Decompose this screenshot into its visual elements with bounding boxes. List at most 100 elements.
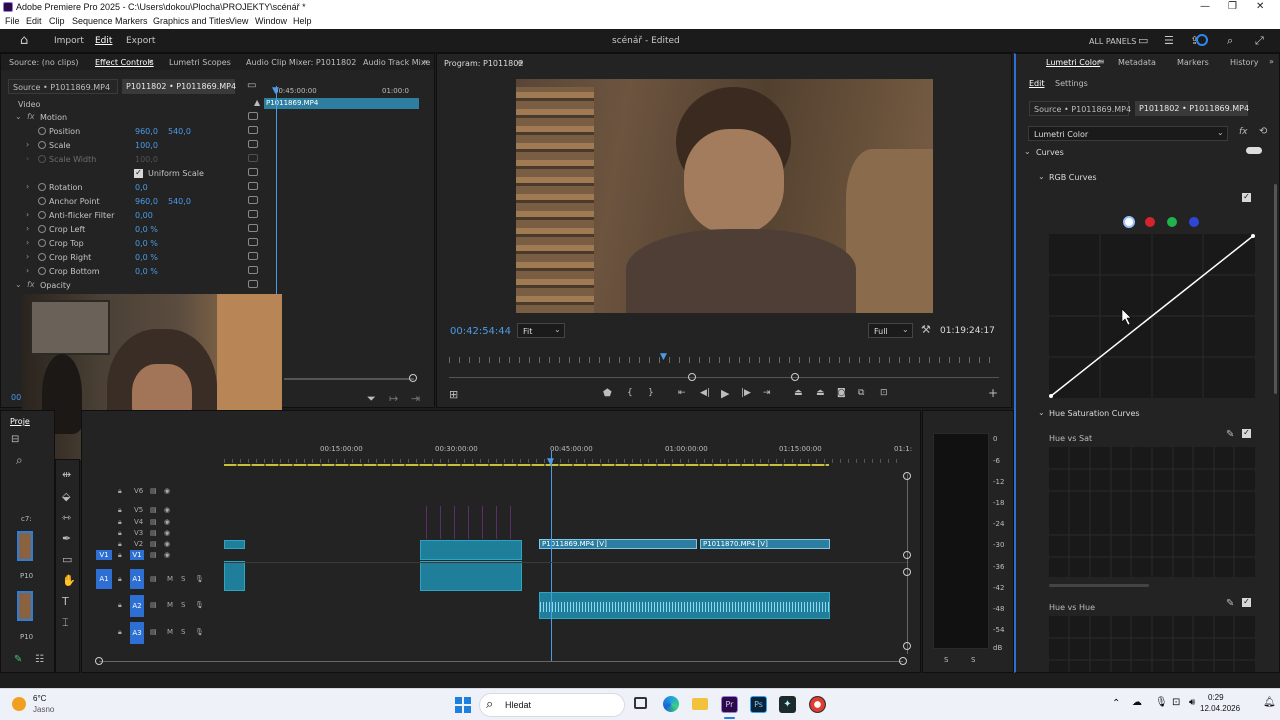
reset-icon[interactable]	[248, 210, 258, 218]
zoom-handle-left[interactable]	[688, 373, 696, 381]
more-tabs-icon[interactable]: »	[423, 57, 428, 66]
file-explorer-icon[interactable]	[692, 698, 708, 710]
param-value[interactable]: 0,00	[135, 211, 153, 220]
lock-icon[interactable]: 🔒︎	[118, 518, 122, 527]
mic-icon[interactable]: 🎙︎	[195, 601, 204, 609]
microphone-icon[interactable]: 🎙︎	[1155, 697, 1168, 708]
clip-p1011869[interactable]: P1011869.MP4 [V]	[539, 539, 697, 549]
stopwatch-icon[interactable]	[38, 225, 46, 233]
mic-icon[interactable]: 🎙︎	[195, 575, 204, 583]
all-panels-button[interactable]: ALL PANELS	[1089, 37, 1136, 46]
solo-right-button[interactable]: S	[971, 656, 975, 664]
task-view-icon[interactable]	[634, 697, 647, 709]
export-icon[interactable]: ⇥	[411, 392, 420, 405]
selection-tool-icon[interactable]: ⇹	[62, 468, 71, 481]
track-v5[interactable]: 🔒︎ V5 ▤ ◉	[90, 505, 222, 517]
vscroll-handle-bottom[interactable]	[903, 642, 911, 650]
tab-markers[interactable]: Markers	[1177, 58, 1209, 67]
tab-lumetri-scopes[interactable]: Lumetri Scopes	[169, 58, 231, 67]
tray-expand-icon[interactable]: ⌃	[1112, 698, 1120, 709]
program-ruler[interactable]	[449, 357, 999, 363]
param-crop-bottom[interactable]: › Crop Bottom 0,0 %	[1, 265, 263, 279]
pen-tool-icon[interactable]: ✒	[62, 532, 71, 545]
motion-row[interactable]: ⌄ fx Motion	[1, 111, 263, 125]
project-thumb-1[interactable]	[17, 531, 33, 561]
param-uniform-scale[interactable]: ✓ Uniform Scale	[1, 167, 263, 181]
param-value[interactable]: 100,0	[135, 141, 158, 150]
program-timecode[interactable]: 00:42:54:44	[450, 326, 511, 337]
program-menu-icon[interactable]: ≡	[517, 58, 524, 67]
edge-icon[interactable]	[663, 696, 679, 712]
notifications-icon[interactable]: 🔔︎	[1263, 697, 1276, 708]
program-zoom-track[interactable]	[449, 377, 999, 378]
menu-sequence[interactable]: Sequence	[72, 16, 113, 26]
go-to-in-icon[interactable]: ⇤	[678, 388, 686, 398]
stopwatch-icon[interactable]	[38, 127, 46, 135]
comparison-icon[interactable]: ⧉	[858, 388, 864, 398]
play-audio-icon[interactable]: ↦	[389, 392, 398, 405]
eye-icon[interactable]: ◉	[164, 551, 170, 559]
fx-icon[interactable]: fx	[1239, 127, 1248, 137]
lock-icon[interactable]: 🔒︎	[118, 540, 122, 549]
hue-vs-hue-graph[interactable]	[1049, 616, 1255, 672]
tab-effect-controls[interactable]: Effect Controls	[95, 58, 154, 67]
wrench-icon[interactable]: ⚒	[921, 323, 931, 336]
ec-playhead[interactable]	[276, 86, 277, 326]
param-value[interactable]: 0,0 %	[135, 267, 158, 276]
tab-project[interactable]: Proje	[10, 417, 30, 426]
reset-icon[interactable]	[248, 112, 258, 120]
ec-clip-bar[interactable]: P1011869.MP4	[264, 98, 419, 109]
mute-button[interactable]: M	[167, 628, 173, 636]
out-point-icon[interactable]: }	[648, 388, 654, 398]
sequence-clip-tab[interactable]: P1011802 • P1011869.MP4	[122, 79, 236, 94]
search-icon[interactable]: ⌕	[16, 453, 23, 468]
track-v1[interactable]: V1 🔒︎ V1 ▤ ◉	[90, 550, 222, 562]
tab-audio-clip-mixer[interactable]: Audio Clip Mixer: P1011802	[246, 58, 356, 67]
lumetri-effect-select[interactable]: Lumetri Color ⌄	[1028, 126, 1228, 141]
in-point-icon[interactable]: {	[627, 388, 633, 398]
track-a3[interactable]: 🔒︎ A3 ▤ M S 🎙︎	[90, 622, 222, 644]
vscroll-handle-top[interactable]	[903, 472, 911, 480]
ec-ruler[interactable]: 00:45:00:00 01:00:0	[264, 86, 419, 98]
menu-view[interactable]: View	[229, 16, 248, 26]
hscroll-handle-left[interactable]	[95, 657, 103, 665]
track-a1[interactable]: A1 🔒︎ A1 ▤ M S 🎙︎	[90, 569, 222, 591]
photoshop-icon[interactable]: Ps	[750, 696, 767, 713]
network-icon[interactable]: ⊡	[1172, 697, 1180, 708]
tab-metadata[interactable]: Metadata	[1118, 58, 1156, 67]
param-crop-top[interactable]: › Crop Top 0,0 %	[1, 237, 263, 251]
param-value-x[interactable]: 960,0	[135, 197, 158, 206]
lock-icon[interactable]: 🔒︎	[118, 551, 122, 560]
reset-icon[interactable]: ⟲	[1259, 126, 1267, 137]
home-icon[interactable]: ⌂	[20, 33, 28, 48]
stopwatch-icon[interactable]	[38, 211, 46, 219]
reset-icon[interactable]	[248, 252, 258, 260]
cloud-icon[interactable]: ☁	[1132, 697, 1142, 708]
rgb-curve-graph[interactable]	[1049, 234, 1255, 398]
lock-icon[interactable]: 🔒︎	[118, 601, 122, 610]
tab-source[interactable]: Source: (no clips)	[9, 58, 79, 67]
sync-icon[interactable]: ▤	[150, 540, 157, 548]
clip-upper-tracks[interactable]	[420, 506, 522, 539]
stopwatch-icon[interactable]	[38, 197, 46, 205]
eye-icon[interactable]: ◉	[164, 540, 170, 548]
menu-clip[interactable]: Clip	[49, 16, 65, 26]
lumetri-scrollbar[interactable]	[1274, 184, 1277, 394]
close-icon[interactable]: ✕	[1256, 1, 1264, 12]
menu-help[interactable]: Help	[293, 16, 312, 26]
sync-icon[interactable]: ▤	[150, 506, 157, 514]
project-thumb-2[interactable]	[17, 591, 33, 621]
lock-icon[interactable]: 🔒︎	[118, 506, 122, 515]
eyedropper-icon[interactable]: ✎	[1226, 598, 1234, 609]
track-target-a2[interactable]: A2	[130, 595, 144, 617]
search-icon[interactable]: ⌕	[1227, 34, 1233, 48]
lift-icon[interactable]: ⏏	[794, 388, 803, 398]
stopwatch-icon[interactable]	[38, 239, 46, 247]
track-v6[interactable]: 🔒︎ V6 ▤ ◉	[90, 486, 222, 498]
menu-window[interactable]: Window	[255, 16, 287, 26]
camera-icon[interactable]: ◙	[837, 388, 846, 398]
sync-icon[interactable]: ▤	[150, 529, 157, 537]
solo-button[interactable]: S	[181, 601, 185, 609]
lock-icon[interactable]: 🔒︎	[118, 487, 122, 496]
premiere-taskbar-icon[interactable]: Pr	[721, 696, 738, 713]
